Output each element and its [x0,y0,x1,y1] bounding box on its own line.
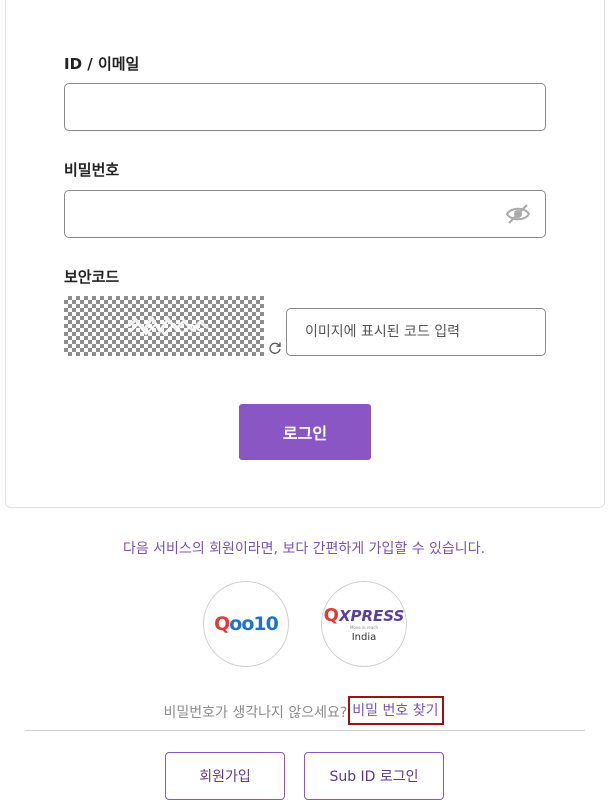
signup-button[interactable]: 회원가입 [165,752,285,800]
captcha-image [64,296,264,356]
eye-slash-icon[interactable] [505,203,531,225]
id-label: ID / 이메일 [64,55,140,73]
id-email-input[interactable] [64,83,546,131]
captcha-label: 보안코드 [64,268,120,286]
qxpress-login-button[interactable]: QXPRESS Move in reach India [321,581,407,667]
login-card: ID / 이메일 비밀번호 보안코드 로그인 [5,0,605,508]
qoo10-logo: Qoo10 [214,613,279,635]
forgot-password-row: 비밀번호가 생각나지 않으세요? 비밀 번호 찾기 [0,696,608,727]
password-label: 비밀번호 [64,161,120,179]
qxpress-region: India [351,632,377,643]
divider [25,730,585,731]
forgot-password-link[interactable]: 비밀 번호 찾기 [348,696,445,725]
forgot-password-prompt: 비밀번호가 생각나지 않으세요? [163,705,348,721]
qxpress-tagline: Move in reach [349,625,379,630]
sns-signup-promo-text: 다음 서비스의 회원이라면, 보다 간편하게 가입할 수 있습니다. [122,541,486,557]
qxpress-logo: QXPRESS [323,605,405,626]
refresh-icon[interactable] [268,340,282,354]
password-input[interactable] [64,190,546,238]
sub-id-login-button[interactable]: Sub ID 로그인 [304,752,444,800]
qoo10-login-button[interactable]: Qoo10 [203,581,289,667]
login-button[interactable]: 로그인 [239,404,371,460]
captcha-code-input[interactable] [286,308,546,356]
